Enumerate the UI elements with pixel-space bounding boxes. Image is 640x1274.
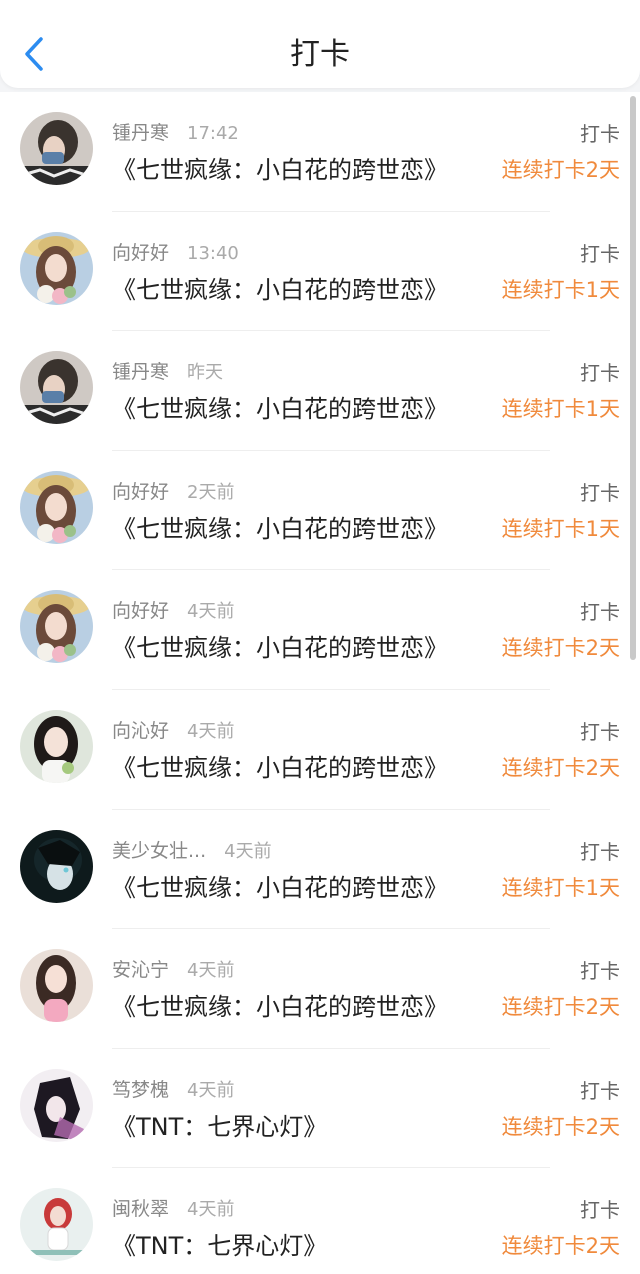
list-item[interactable]: 锺丹寒 昨天 《七世疯缘：小白花的跨世恋》 打卡 连续打卡1天 [0,331,640,451]
book-title: 《七世疯缘：小白花的跨世恋》 [112,275,448,304]
user-name: 安沁宁 [112,959,170,982]
post-time: 13:40 [187,242,239,264]
book-title: 《TNT：七界心灯》 [112,1232,328,1261]
avatar[interactable] [20,231,93,305]
avatar[interactable] [20,590,93,664]
streak-label: 连续打卡2天 [501,755,620,780]
user-name: 锺丹寒 [112,361,170,384]
post-time: 4天前 [224,840,272,862]
book-title: 《七世疯缘：小白花的跨世恋》 [112,514,448,543]
user-name: 向好好 [112,480,170,503]
post-time: 4天前 [187,1079,235,1101]
streak-label: 连续打卡1天 [501,875,620,900]
user-name: 闽秋翠 [112,1198,170,1221]
list-item[interactable]: 美少女壮... 4天前 《七世疯缘：小白花的跨世恋》 打卡 连续打卡1天 [0,810,640,930]
book-title: 《七世疯缘：小白花的跨世恋》 [112,753,448,782]
checkin-label: 打卡 [580,1078,620,1103]
checkin-list[interactable]: 锺丹寒 17:42 《七世疯缘：小白花的跨世恋》 打卡 连续打卡2天 向好好 13:… [0,92,640,1274]
checkin-label: 打卡 [580,480,620,505]
list-item[interactable]: 锺丹寒 17:42 《七世疯缘：小白花的跨世恋》 打卡 连续打卡2天 [0,92,640,212]
user-name: 向好好 [112,600,170,623]
streak-label: 连续打卡2天 [501,995,620,1020]
user-name: 美少女壮... [112,839,207,862]
list-item[interactable]: 向好好 4天前 《七世疯缘：小白花的跨世恋》 打卡 连续打卡2天 [0,570,640,690]
scrollbar[interactable] [630,96,636,660]
book-title: 《TNT：七界心灯》 [112,1112,328,1141]
streak-label: 连续打卡2天 [501,636,620,661]
list-item[interactable]: 向沁好 4天前 《七世疯缘：小白花的跨世恋》 打卡 连续打卡2天 [0,690,640,810]
checkin-label: 打卡 [580,361,620,386]
checkin-label: 打卡 [580,959,620,984]
avatar[interactable] [20,829,93,903]
list-item[interactable]: 闽秋翠 4天前 《TNT：七界心灯》 打卡 连续打卡2天 [0,1168,640,1274]
post-time: 4天前 [187,960,235,982]
user-name: 向好好 [112,241,170,264]
book-title: 《七世疯缘：小白花的跨世恋》 [112,993,448,1022]
user-name: 笃梦槐 [112,1078,170,1101]
post-time: 4天前 [187,720,235,742]
book-title: 《七世疯缘：小白花的跨世恋》 [112,634,448,663]
post-time: 2天前 [187,481,235,503]
checkin-label: 打卡 [580,122,620,146]
list-item[interactable]: 安沁宁 4天前 《七世疯缘：小白花的跨世恋》 打卡 连续打卡2天 [0,929,640,1049]
book-title: 《七世疯缘：小白花的跨世恋》 [112,873,448,902]
streak-label: 连续打卡2天 [501,158,620,182]
user-name: 锺丹寒 [112,122,170,144]
avatar[interactable] [20,1068,93,1142]
streak-label: 连续打卡1天 [501,397,620,422]
checkin-label: 打卡 [580,1198,620,1223]
checkin-label: 打卡 [580,719,620,744]
top-bar: 打卡 [0,0,640,88]
user-name: 向沁好 [112,719,170,742]
post-time: 昨天 [187,362,224,384]
checkin-label: 打卡 [580,241,620,266]
avatar[interactable] [20,470,93,544]
list-item[interactable]: 笃梦槐 4天前 《TNT：七界心灯》 打卡 连续打卡2天 [0,1049,640,1169]
list-item[interactable]: 向好好 2天前 《七世疯缘：小白花的跨世恋》 打卡 连续打卡1天 [0,451,640,571]
avatar[interactable] [20,1188,93,1262]
book-title: 《七世疯缘：小白花的跨世恋》 [112,156,448,184]
checkin-label: 打卡 [580,839,620,864]
streak-label: 连续打卡1天 [501,277,620,302]
page-title: 打卡 [290,37,350,72]
avatar[interactable] [20,949,93,1023]
post-time: 17:42 [187,123,239,144]
avatar[interactable] [20,112,93,185]
post-time: 4天前 [187,1199,235,1221]
streak-label: 连续打卡2天 [501,1234,620,1259]
streak-label: 连续打卡1天 [501,516,620,541]
streak-label: 连续打卡2天 [501,1114,620,1139]
avatar[interactable] [20,351,93,425]
checkin-label: 打卡 [580,600,620,625]
post-time: 4天前 [187,601,235,623]
list-item[interactable]: 向好好 13:40 《七世疯缘：小白花的跨世恋》 打卡 连续打卡1天 [0,212,640,332]
book-title: 《七世疯缘：小白花的跨世恋》 [112,395,448,424]
avatar[interactable] [20,709,93,783]
